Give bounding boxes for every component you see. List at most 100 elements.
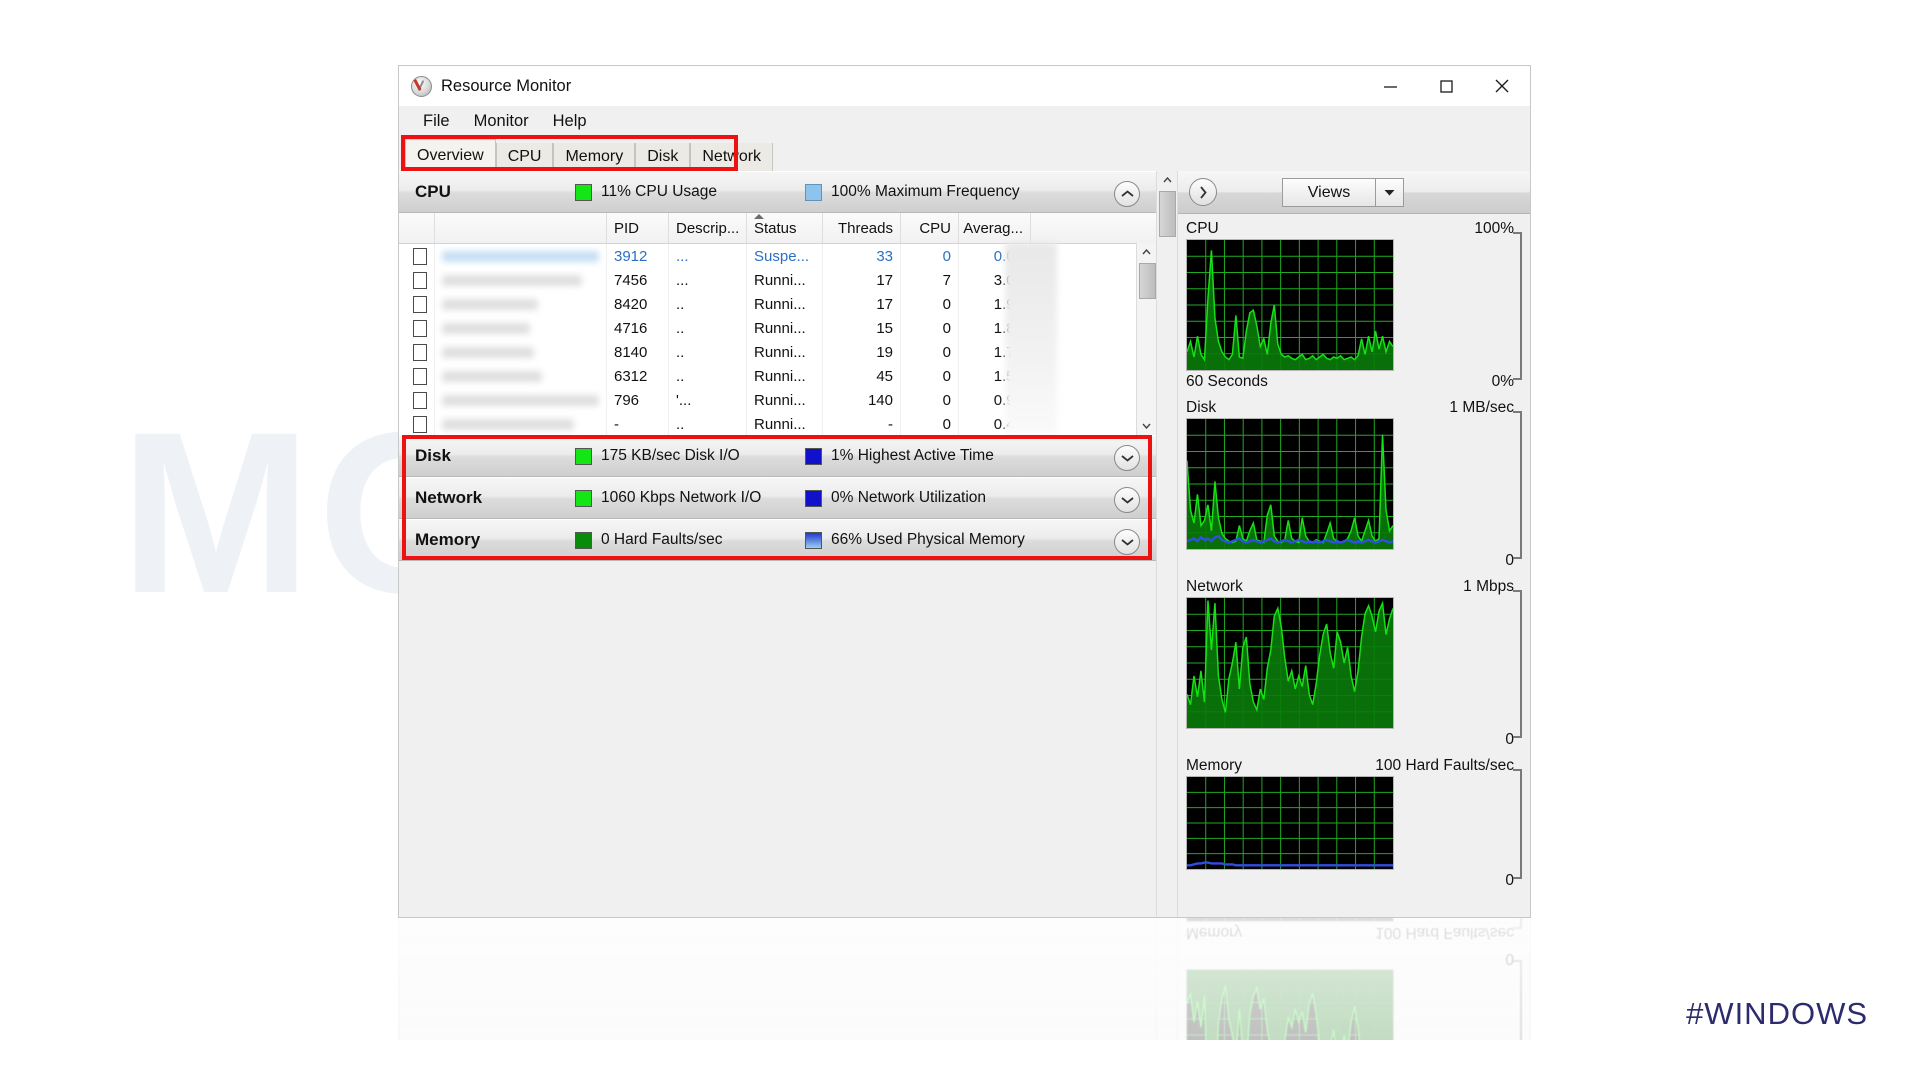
table-row[interactable]: -.. Runni... -0 0.48	[399, 412, 1156, 436]
tab-disk[interactable]: Disk	[635, 143, 691, 171]
section-bar-network[interactable]: Network 1060 Kbps Network I/O 0% Network…	[399, 477, 1156, 519]
expand-chevron-down-icon-network[interactable]	[1114, 487, 1140, 513]
row-image-name	[435, 292, 607, 316]
scrollbar-thumb[interactable]	[1139, 263, 1156, 299]
column-header-description[interactable]: Descrip...	[669, 213, 747, 243]
tab-overview[interactable]: Overview	[405, 139, 496, 171]
table-row[interactable]: 7456... Runni... 17 7 3.08	[399, 268, 1156, 292]
main-scroll-up-icon[interactable]	[1157, 171, 1177, 189]
cpu-graph-xlabel: 60 Seconds	[1186, 372, 1268, 390]
row-checkbox[interactable]	[413, 343, 427, 361]
network-utilization-label: 0% Network Utilization	[831, 489, 987, 506]
disk-active-time-swatch	[805, 447, 822, 465]
network-graph: Network1 Mbps0	[1186, 948, 1522, 1040]
row-threads: 15	[823, 316, 901, 340]
row-status: Runni...	[747, 412, 823, 436]
memory-graph-header: Memory 100 Hard Faults/sec	[1186, 922, 1522, 943]
expand-chevron-down-icon-memory[interactable]	[1114, 529, 1140, 555]
row-checkbox-cell[interactable]	[399, 316, 435, 340]
row-status: Runni...	[747, 388, 823, 412]
network-graph: Network1 Mbps0	[1186, 576, 1522, 750]
maximize-button[interactable]	[1418, 66, 1474, 106]
right-graphs-pane: Views CPU100%60 Seconds0%Disk1 MB/sec0Ne…	[1178, 171, 1530, 917]
main-vertical-scrollbar[interactable]	[1156, 918, 1178, 1040]
graphs-container: CPU100%60 Seconds0%Disk1 MB/sec0Network1…	[1178, 918, 1530, 1040]
section-bar-cpu[interactable]: CPU 11% CPU Usage 100% Maximum Frequency	[399, 171, 1156, 213]
row-checkbox-cell[interactable]	[399, 340, 435, 364]
row-description: ..	[669, 340, 747, 364]
memory-graph-ymax-label: 100 Hard Faults/sec	[1375, 924, 1514, 942]
main-vertical-scrollbar[interactable]	[1156, 171, 1178, 917]
row-checkbox[interactable]	[413, 247, 427, 265]
table-row[interactable]: 4716.. Runni... 15 0 1.82	[399, 316, 1156, 340]
tab-memory[interactable]: Memory	[553, 143, 636, 171]
table-row[interactable]: 3912... Suspe... 33 0 0.00	[399, 244, 1156, 268]
row-checkbox-cell[interactable]	[399, 388, 435, 412]
row-checkbox[interactable]	[413, 415, 427, 433]
row-checkbox-cell[interactable]	[399, 364, 435, 388]
row-checkbox[interactable]	[413, 391, 427, 409]
expand-chevron-down-icon-disk[interactable]	[1114, 445, 1140, 471]
row-checkbox-cell[interactable]	[399, 292, 435, 316]
main-scrollbar-thumb[interactable]	[1159, 191, 1176, 237]
row-cpu: 0	[901, 364, 959, 388]
table-row[interactable]: 8420.. Runni... 17 0 1.91	[399, 292, 1156, 316]
column-header-threads[interactable]: Threads	[823, 213, 901, 243]
disk-graph: Disk 1 MB/sec 0	[1186, 397, 1522, 571]
tab-cpu[interactable]: CPU	[495, 143, 554, 171]
row-cpu: 0	[901, 388, 959, 412]
tab-network[interactable]: Network	[690, 143, 774, 171]
row-cpu: 7	[901, 268, 959, 292]
window-title: Resource Monitor	[441, 76, 572, 95]
row-checkbox-cell[interactable]	[399, 244, 435, 268]
column-header-image[interactable]: Image	[435, 213, 607, 243]
row-checkbox-cell[interactable]	[399, 412, 435, 436]
views-button[interactable]: Views	[1282, 178, 1404, 207]
menu-item-help[interactable]: Help	[541, 112, 599, 131]
memory-graph-title: Memory	[1186, 756, 1242, 774]
resource-monitor-window: Resource Monitor File Monitor Help	[398, 918, 1531, 1040]
cpu-frequency-label: 100% Maximum Frequency	[831, 183, 1020, 200]
row-checkbox[interactable]	[413, 319, 427, 337]
section-bar-disk[interactable]: Disk 175 KB/sec Disk I/O 1% Highest Acti…	[399, 435, 1156, 477]
close-button[interactable]	[1474, 66, 1530, 106]
chevron-right-icon[interactable]	[1189, 178, 1217, 206]
window-controls	[1362, 66, 1530, 106]
row-pid: -	[607, 412, 669, 436]
column-header-status[interactable]: Status	[747, 213, 823, 243]
views-chevron-down-icon[interactable]	[1375, 179, 1403, 206]
memory-graph-canvas	[1186, 918, 1394, 922]
process-table-scrollbar[interactable]	[1136, 243, 1156, 435]
table-row[interactable]: 796 '... Runni... 140 0 0.93	[399, 388, 1156, 412]
column-header-checkbox	[399, 213, 435, 243]
cpu-usage-swatch	[575, 183, 592, 201]
network-graph-title: Network	[1186, 577, 1243, 595]
row-checkbox-cell[interactable]	[399, 268, 435, 292]
row-checkbox[interactable]	[413, 367, 427, 385]
column-header-cpu[interactable]: CPU	[901, 213, 959, 243]
collapsed-sections-group: Disk 175 KB/sec Disk I/O 1% Highest Acti…	[399, 435, 1156, 561]
table-row[interactable]: 6312.. Runni... 45 0 1.57	[399, 364, 1156, 388]
scroll-down-icon[interactable]	[1137, 417, 1156, 435]
memory-graph-ymax-label: 100 Hard Faults/sec	[1375, 756, 1514, 774]
row-checkbox[interactable]	[413, 271, 427, 289]
tab-strip: Overview CPU Memory Disk Network	[405, 137, 774, 171]
menu-item-monitor[interactable]: Monitor	[462, 112, 541, 131]
cpu-frequency-stat: 100% Maximum Frequency	[805, 183, 1020, 201]
row-average: 3.08	[959, 268, 1031, 292]
column-header-average[interactable]: Averag...	[959, 213, 1031, 243]
minimize-button[interactable]	[1362, 66, 1418, 106]
section-bar-memory[interactable]: Memory 0 Hard Faults/sec 66% Used Physic…	[399, 519, 1156, 561]
collapse-chevron-up-icon[interactable]	[1114, 181, 1140, 207]
memory-hard-faults-stat: 0 Hard Faults/sec	[575, 531, 805, 549]
row-threads: -	[823, 412, 901, 436]
scroll-up-icon[interactable]	[1137, 243, 1156, 261]
memory-graph-footer: 0	[1186, 870, 1522, 891]
cpu-graph-footer: 60 Seconds 0%	[1186, 371, 1522, 392]
section-title-cpu: CPU	[415, 182, 451, 201]
network-graph-footer: 0	[1186, 729, 1522, 750]
row-checkbox[interactable]	[413, 295, 427, 313]
menu-item-file[interactable]: File	[411, 112, 462, 131]
table-row[interactable]: 8140.. Runni... 19 0 1.78	[399, 340, 1156, 364]
column-header-pid[interactable]: PID	[607, 213, 669, 243]
